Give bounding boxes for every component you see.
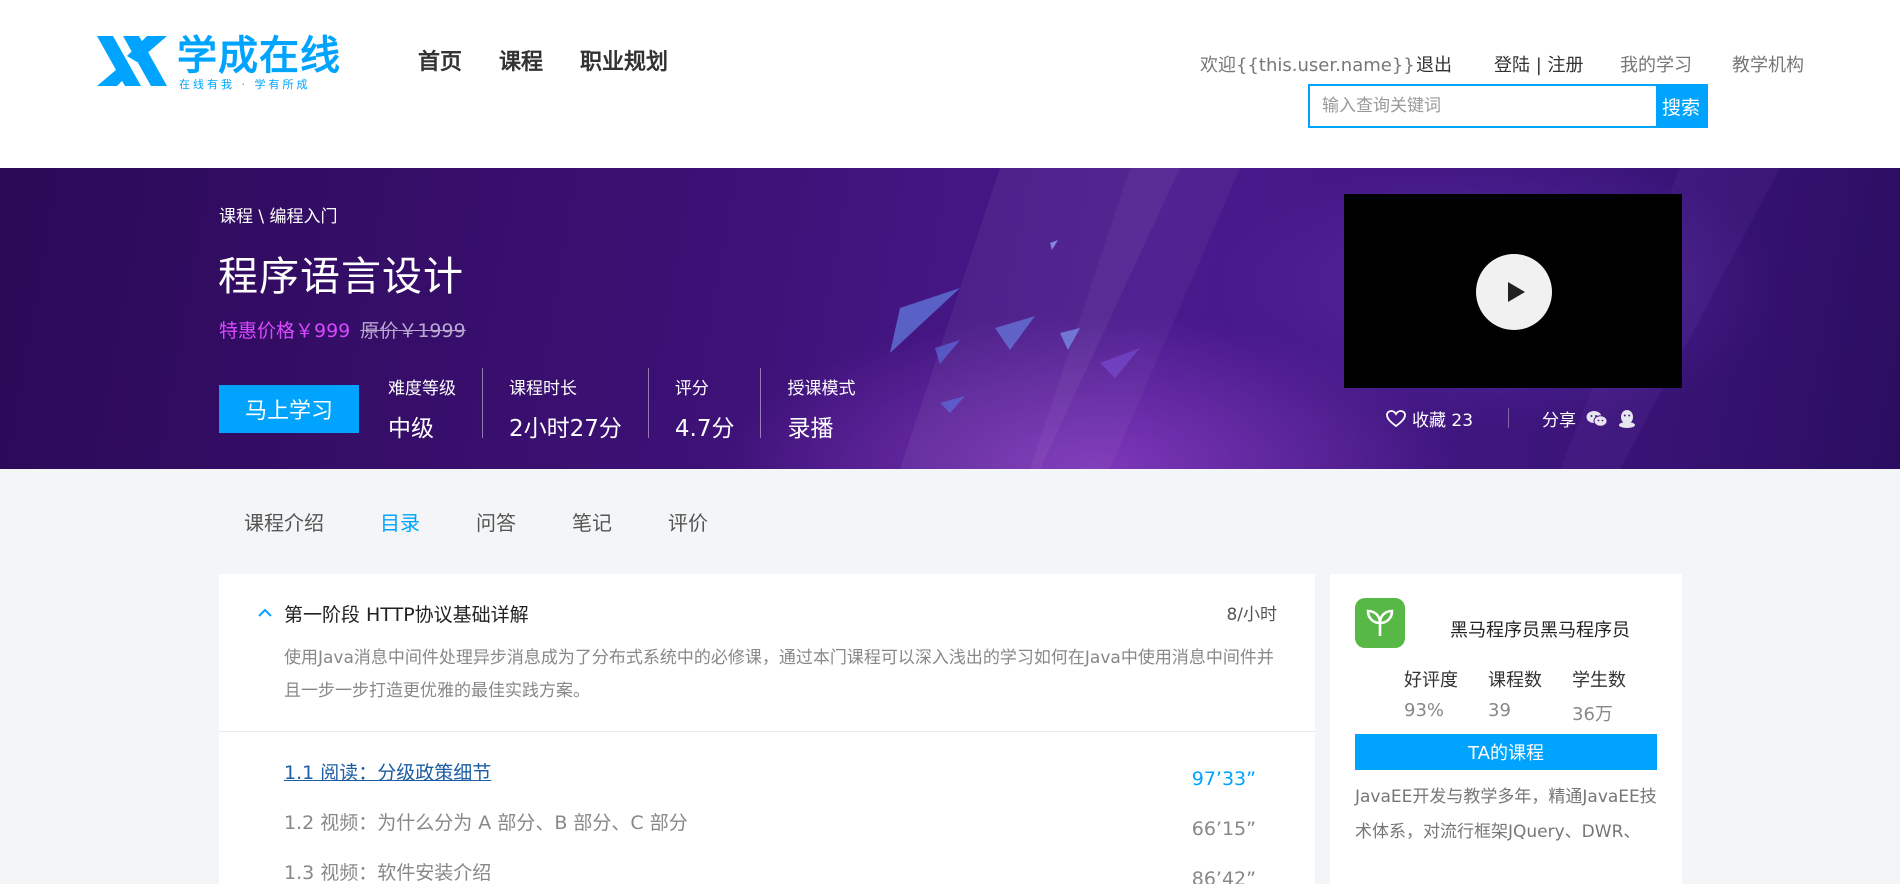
stat-label: 评分	[674, 379, 709, 399]
lesson-title[interactable]: 1.3 视频：软件安装介绍	[284, 858, 491, 884]
lesson-time: 86’42”	[1191, 868, 1256, 884]
original-price: 原价￥1999	[360, 320, 466, 342]
lesson-item[interactable]: 1.3 视频：软件安装介绍 86’42”	[284, 858, 1284, 884]
price-row: 特惠价格￥999 原价￥1999	[219, 316, 466, 343]
wechat-icon[interactable]	[1586, 410, 1608, 428]
lesson-time: 66’15”	[1191, 818, 1256, 840]
stat-value: 中级	[388, 416, 434, 442]
logo-x-icon	[97, 36, 167, 86]
share-label: 分享	[1542, 411, 1576, 431]
tab-qa[interactable]: 问答	[476, 507, 516, 536]
favorite-label: 收藏 23	[1412, 411, 1474, 431]
search-input[interactable]	[1310, 86, 1658, 126]
teacher-stat-rating: 好评度 93%	[1404, 666, 1488, 726]
tab-notes[interactable]: 笔记	[572, 507, 612, 536]
teacher-stat-value: 39	[1488, 700, 1511, 721]
stat-value: 2小时27分	[509, 416, 622, 442]
stat-difficulty: 难度等级 中级	[362, 368, 482, 442]
main-nav: 首页 课程 职业规划	[418, 44, 668, 76]
teacher-stat-courses: 课程数 39	[1488, 666, 1572, 726]
logo-slogan: 在线有我 · 学有所成	[179, 78, 311, 91]
course-banner: 课程 \ 编程入门 程序语言设计 特惠价格￥999 原价￥1999 马上学习 难…	[0, 168, 1900, 469]
logout-link[interactable]: 退出	[1416, 51, 1452, 77]
teacher-description: JavaEE开发与教学多年，精通JavaEE技术体系，对流行框架JQuery、D…	[1355, 787, 1657, 842]
welcome-text: 欢迎{{this.user.name}}	[1200, 55, 1415, 76]
lesson-title[interactable]: 1.2 视频：为什么分为 A 部分、B 部分、C 部分	[284, 808, 688, 835]
sprout-icon	[1366, 609, 1394, 636]
stat-label: 课程时长	[509, 379, 577, 399]
course-stats: 难度等级 中级 课程时长 2小时27分 评分 4.7分 授课模式 录播	[362, 368, 881, 442]
lesson-item[interactable]: 1.2 视频：为什么分为 A 部分、B 部分、C 部分 66’15”	[284, 808, 1284, 840]
login-register-link[interactable]: 登陆 | 注册	[1494, 51, 1584, 77]
teacher-stat-label: 学生数	[1572, 670, 1626, 691]
teacher-stat-label: 课程数	[1488, 670, 1542, 691]
chapter-duration: 8/小时	[1226, 605, 1277, 625]
play-button[interactable]	[1476, 254, 1552, 330]
teacher-stat-students: 学生数 36万	[1572, 666, 1656, 726]
nav-courses[interactable]: 课程	[499, 44, 543, 76]
chapter-description: 使用Java消息中间件处理异步消息成为了分布式系统中的必修课，通过本门课程可以深…	[284, 648, 1274, 701]
lesson-time: 97’33”	[1191, 768, 1256, 790]
stat-duration: 课程时长 2小时27分	[482, 368, 648, 442]
play-icon	[1508, 282, 1525, 302]
video-player[interactable]	[1344, 194, 1682, 388]
course-catalog: 第一阶段 HTTP协议基础详解 8/小时 使用Java消息中间件处理异步消息成为…	[219, 574, 1315, 884]
course-tabs: 课程介绍 目录 问答 笔记 评价	[244, 507, 708, 536]
logo-text: 学成在线	[177, 33, 341, 79]
stat-mode: 授课模式 录播	[760, 368, 881, 442]
chapter-title[interactable]: 第一阶段 HTTP协议基础详解	[284, 600, 529, 627]
nav-career[interactable]: 职业规划	[580, 44, 668, 76]
stat-value: 4.7分	[674, 416, 735, 442]
search-box: 搜索	[1308, 84, 1708, 128]
stat-label: 授课模式	[787, 379, 856, 399]
institution-link[interactable]: 教学机构	[1732, 51, 1804, 77]
heart-icon	[1386, 409, 1406, 427]
teacher-name[interactable]: 黑马程序员黑马程序员	[1450, 616, 1630, 642]
teacher-courses-button[interactable]: TA的课程	[1355, 734, 1657, 770]
teacher-stat-value: 93%	[1404, 700, 1445, 721]
teacher-card: 黑马程序员黑马程序员 好评度 93% 课程数 39 学生数 36万 TA的课程 …	[1330, 574, 1682, 884]
chapter-item: 第一阶段 HTTP协议基础详解 8/小时 使用Java消息中间件处理异步消息成为…	[219, 574, 1315, 732]
lesson-title[interactable]: 1.1 阅读：分级政策细节	[284, 758, 491, 785]
tab-intro[interactable]: 课程介绍	[244, 507, 324, 536]
teacher-stat-value: 36万	[1572, 704, 1613, 725]
stat-rating: 评分 4.7分	[647, 368, 761, 442]
sale-price: 特惠价格￥999	[219, 320, 351, 342]
teacher-stat-label: 好评度	[1404, 670, 1458, 691]
video-actions: 收藏 23 分享	[1386, 406, 1646, 431]
tab-reviews[interactable]: 评价	[668, 507, 708, 536]
favorite-button[interactable]: 收藏 23	[1386, 406, 1473, 431]
actions-divider	[1508, 408, 1509, 428]
lesson-item[interactable]: 1.1 阅读：分级政策细节 97’33”	[284, 758, 1284, 790]
breadcrumb[interactable]: 课程 \ 编程入门	[219, 202, 338, 227]
share-group: 分享	[1542, 406, 1636, 431]
search-button[interactable]: 搜索	[1656, 86, 1706, 126]
qq-icon[interactable]	[1618, 409, 1636, 429]
site-header: 学成在线 在线有我 · 学有所成 首页 课程 职业规划 欢迎{{this.use…	[0, 0, 1900, 168]
tab-catalog[interactable]: 目录	[380, 507, 420, 536]
user-bar: 欢迎{{this.user.name}} 退出 登陆 | 注册 我的学习 教学机…	[1200, 51, 1810, 77]
chevron-up-icon[interactable]	[257, 606, 273, 618]
stat-value: 录播	[787, 416, 834, 442]
avatar[interactable]	[1355, 598, 1405, 648]
course-title: 程序语言设计	[218, 254, 464, 300]
site-logo[interactable]: 学成在线 在线有我 · 学有所成	[97, 30, 347, 92]
nav-home[interactable]: 首页	[418, 44, 462, 76]
study-now-button[interactable]: 马上学习	[219, 385, 359, 433]
stat-label: 难度等级	[388, 379, 456, 399]
teacher-stats: 好评度 93% 课程数 39 学生数 36万	[1404, 666, 1656, 726]
my-learning-link[interactable]: 我的学习	[1620, 51, 1692, 77]
